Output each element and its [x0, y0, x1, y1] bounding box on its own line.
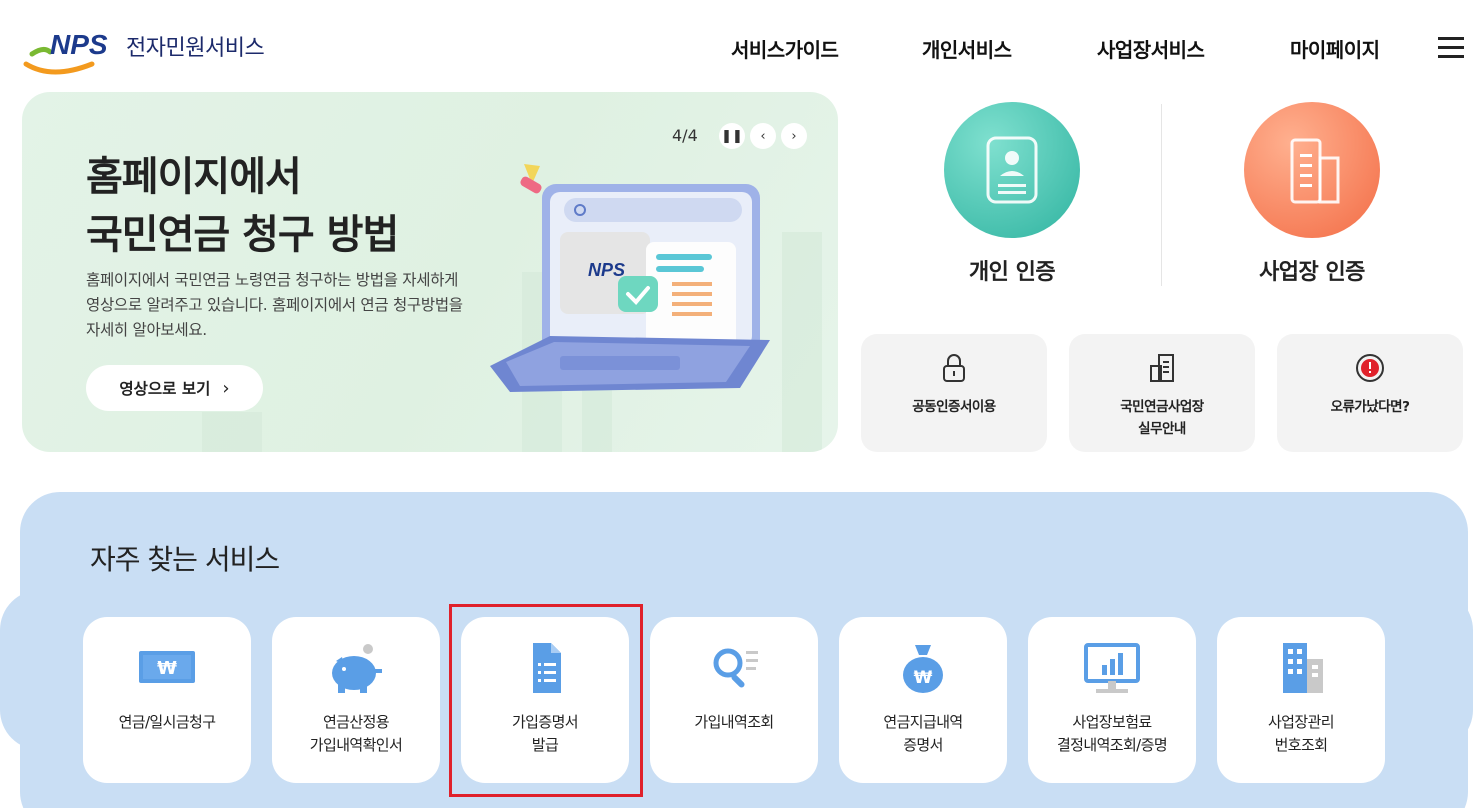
service-card-business-premium[interactable]: 사업장보험료 결정내역조회/증명	[1028, 617, 1196, 783]
business-auth-circle	[1244, 102, 1380, 238]
quick-link-label: 공동인증서이용	[912, 399, 996, 415]
pause-icon[interactable]: ❚❚	[719, 123, 745, 149]
search-list-icon	[713, 648, 758, 688]
service-card-label: 사업장보험료 결정내역조회/증명	[1056, 713, 1168, 754]
nav-my-page[interactable]: 마이페이지	[1290, 34, 1380, 63]
building-doc-icon	[1150, 354, 1174, 382]
money-bag-icon: ₩	[903, 645, 943, 693]
watch-video-label: 영상으로 보기	[119, 380, 211, 398]
menu-icon[interactable]	[1438, 36, 1464, 58]
logo-text: 전자민원서비스	[126, 36, 265, 61]
piggy-bank-icon	[332, 644, 382, 693]
laptop-illustration: NPS	[490, 164, 770, 392]
svg-text:₩: ₩	[914, 668, 933, 688]
banner-pager: 4/4	[672, 126, 698, 145]
nps-swoosh-icon: NPS	[23, 29, 108, 75]
service-card-label: 연금/일시금청구	[118, 713, 216, 731]
nav-personal-service[interactable]: 개인서비스	[922, 34, 1012, 63]
business-auth-button[interactable]: 사업장 인증	[1202, 102, 1422, 302]
quick-link-certificate[interactable]: 공동인증서이용	[861, 334, 1047, 452]
business-auth-label: 사업장 인증	[1259, 260, 1365, 285]
banner-description: 홈페이지에서 국민연금 노령연금 청구하는 방법을 자세하게 영상으로 알려주고…	[86, 271, 463, 339]
building-icon	[1283, 643, 1323, 693]
service-card-business-number[interactable]: 사업장관리 번호조회	[1217, 617, 1385, 783]
nav-business-service[interactable]: 사업장서비스	[1097, 34, 1205, 63]
lock-icon	[943, 354, 965, 382]
header: NPS 전자민원서비스 서비스가이드 개인서비스 사업장서비스 마이페이지	[0, 0, 1473, 90]
service-card-label: 연금지급내역 증명서	[883, 713, 963, 754]
service-card-label: 가입증명서 발급	[511, 713, 579, 754]
svg-text:₩: ₩	[157, 658, 177, 679]
quick-link-error-help[interactable]: 오류가났다면?	[1277, 334, 1463, 452]
prev-slide-icon[interactable]: ‹	[750, 123, 776, 149]
main-banner: 홈페이지에서 국민연금 청구 방법 홈페이지에서 국민연금 노령연금 청구하는 …	[22, 92, 838, 452]
quick-link-business-guide[interactable]: 국민연금사업장 실무안내	[1069, 334, 1255, 452]
personal-auth-button[interactable]: 개인 인증	[902, 102, 1122, 302]
alert-icon	[1356, 354, 1384, 382]
id-card-icon	[986, 136, 1038, 204]
document-icon	[533, 643, 561, 693]
watch-video-button[interactable]: 영상으로 보기 ›	[86, 365, 263, 411]
page: NPS 전자민원서비스 서비스가이드 개인서비스 사업장서비스 마이페이지 홈페…	[0, 0, 1473, 808]
monitor-chart-icon	[1084, 643, 1140, 693]
office-building-icon	[1290, 138, 1340, 204]
service-card-label: 연금산정용 가입내역확인서	[309, 713, 403, 754]
service-card-label: 가입내역조회	[694, 713, 774, 731]
service-card-pension-calc[interactable]: 연금산정용 가입내역확인서	[272, 617, 440, 783]
won-bill-icon: ₩	[139, 651, 195, 683]
service-card-membership-certificate[interactable]: 가입증명서 발급	[461, 617, 629, 783]
services-title: 자주 찾는 서비스	[90, 543, 280, 576]
nps-logo[interactable]: NPS 전자민원서비스	[22, 24, 282, 76]
service-card-pension-claim[interactable]: ₩ 연금/일시금청구	[83, 617, 251, 783]
personal-auth-label: 개인 인증	[968, 260, 1056, 285]
logo-mark: NPS	[50, 29, 108, 60]
quick-link-label: 국민연금사업장 실무안내	[1120, 399, 1204, 437]
auth-divider	[1161, 104, 1162, 286]
next-slide-icon[interactable]: ›	[781, 123, 807, 149]
service-card-label: 사업장관리 번호조회	[1267, 713, 1335, 754]
service-card-payment-certificate[interactable]: ₩ 연금지급내역 증명서	[839, 617, 1007, 783]
personal-auth-circle	[944, 102, 1080, 238]
chevron-right-icon: ›	[222, 377, 230, 399]
service-card-membership-history[interactable]: 가입내역조회	[650, 617, 818, 783]
screen-logo: NPS	[588, 260, 625, 280]
nav-service-guide[interactable]: 서비스가이드	[731, 34, 839, 63]
quick-link-label: 오류가났다면?	[1330, 399, 1410, 415]
